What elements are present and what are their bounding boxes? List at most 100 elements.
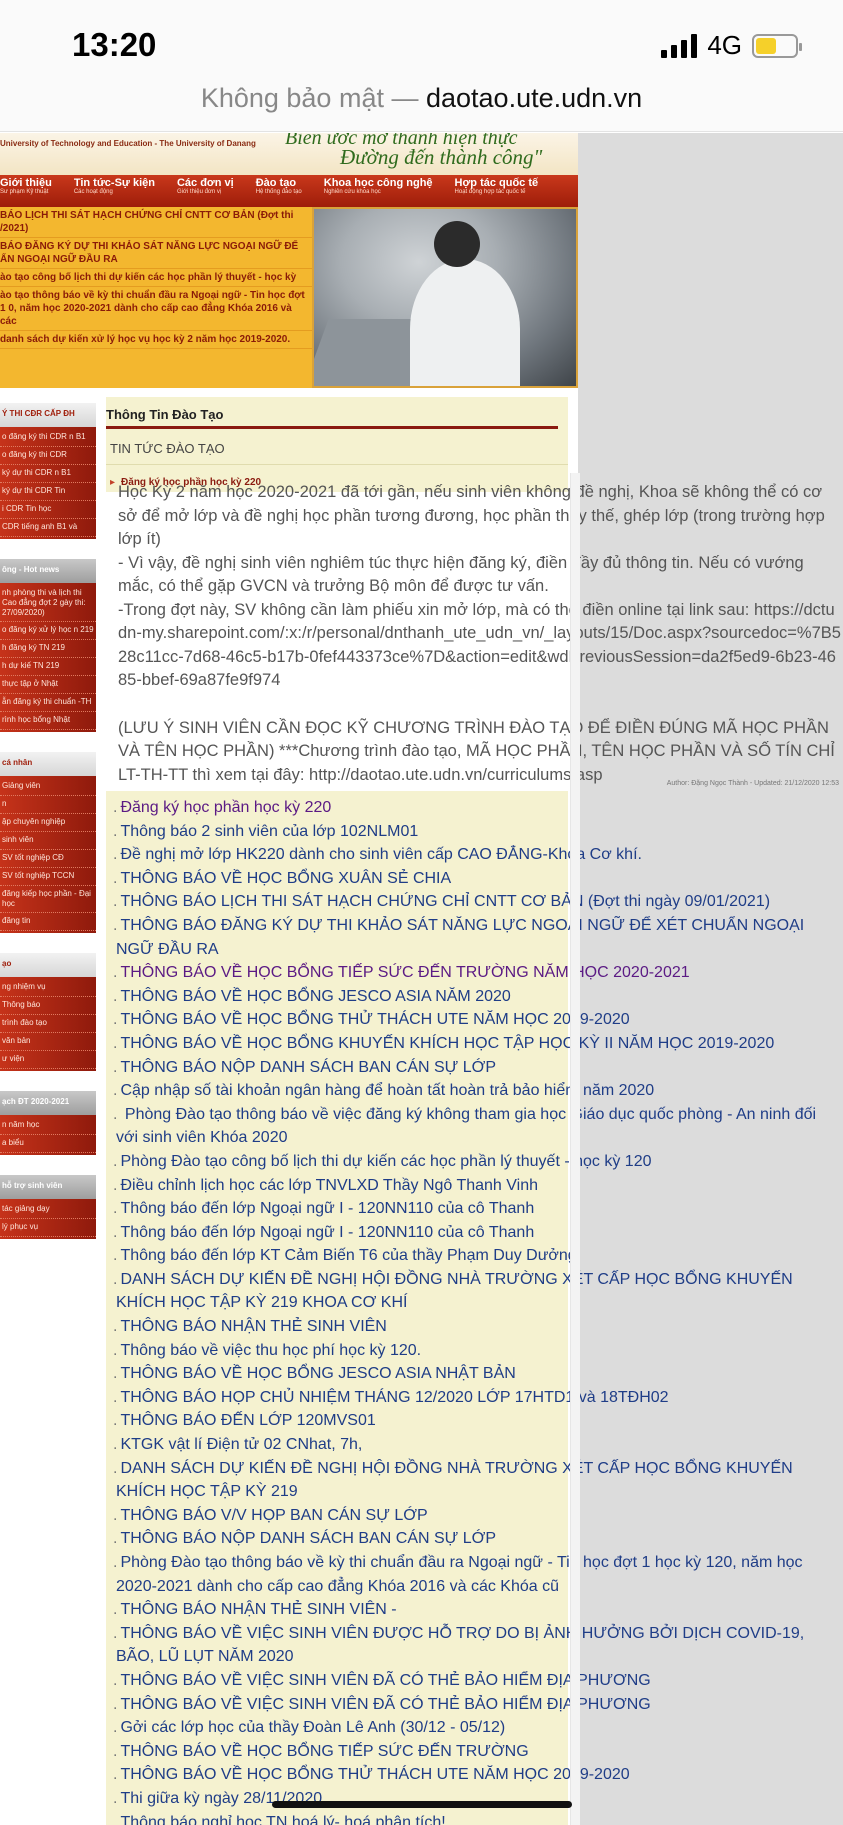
news-list-link[interactable]: THÔNG BÁO VỀ VIỆC SINH VIÊN ĐÃ CÓ THẺ BẢ… <box>106 1693 836 1717</box>
sidebar-link[interactable]: Giảng viên <box>0 778 96 796</box>
news-list-link[interactable]: Thông báo đến lớp Ngoại ngữ I - 120NN110… <box>106 1221 836 1245</box>
news-list-link[interactable]: THÔNG BÁO VỀ HỌC BỔNG JESCO ASIA NHẬT BẢ… <box>106 1362 836 1386</box>
nav-item-hop-tac[interactable]: Hợp tác quốc tế Hoạt động hợp tác quốc tế <box>455 175 549 207</box>
sidebar-link[interactable]: o đăng ký thi CDR n B1 <box>0 429 96 447</box>
nav-label: Giới thiệu <box>0 177 52 189</box>
news-list-link[interactable]: THÔNG BÁO V/V HỌP BAN CÁN SỰ LỚP <box>106 1504 836 1528</box>
news-list-link[interactable]: THÔNG BÁO NỘP DANH SÁCH BAN CÁN SỰ LỚP <box>106 1056 836 1080</box>
news-list-link[interactable]: THÔNG BÁO VỀ HỌC BỔNG KHUYẾN KHÍCH HỌC T… <box>106 1032 836 1056</box>
article-paragraph: -Trong đợt này, SV không cần làm phiếu x… <box>118 600 841 690</box>
news-list-link[interactable]: THÔNG BÁO HỌP CHỦ NHIỆM THÁNG 12/2020 LỚ… <box>106 1386 836 1410</box>
sidebar-link[interactable]: CDR tiếng anh B1 và <box>0 519 96 537</box>
sidebar-box-title: ạo <box>0 953 96 977</box>
sidebar-link[interactable]: nh phòng thi và lịch thi Cao đẳng đợt 2 … <box>0 585 96 622</box>
sidebar-box-title: Ý THI CĐR CẤP ĐH <box>0 403 96 427</box>
banner-news-item[interactable]: ào tạo công bố lịch thi dự kiến các học … <box>0 269 312 287</box>
sidebar-link[interactable]: ư viện <box>0 1051 96 1069</box>
sidebar-box-title: cá nhân <box>0 752 96 776</box>
sidebar-link[interactable]: ng nhiệm vụ <box>0 979 96 997</box>
sidebar-link[interactable]: ký dự thi CDR Tin <box>0 483 96 501</box>
sidebar-link[interactable]: lý phục vụ <box>0 1219 96 1237</box>
status-time: 13:20 <box>72 26 157 63</box>
nav-item-tin-tuc[interactable]: Tin tức-Sự kiện Các hoạt động <box>74 175 165 207</box>
nav-item-dao-tao[interactable]: Đào tạo Hệ thống đào tạo <box>256 175 312 207</box>
news-list-link[interactable]: THÔNG BÁO NHẬN THẺ SINH VIÊN <box>106 1315 836 1339</box>
sidebar-link[interactable]: đăng tin <box>0 913 96 931</box>
banner-news-item[interactable]: danh sách dự kiến xử lý học vụ học kỳ 2 … <box>0 331 312 349</box>
sidebar-link[interactable]: đăng kiếp học phần - Đại học <box>0 886 96 913</box>
news-list-link[interactable]: Thông báo về việc thu học phí học kỳ 120… <box>106 1339 836 1363</box>
sidebar-link[interactable]: h dự kiế TN 219 <box>0 658 96 676</box>
sidebar-box: ạo ng nhiệm vụ Thông báo trình đào tạo văn b… <box>0 953 96 1071</box>
subsection-title: TIN TỨC ĐÀO TẠO <box>106 427 568 465</box>
sidebar-link[interactable]: rình học bổng Nhật <box>0 712 96 730</box>
sidebar-link[interactable]: ập chuyên nghiệp <box>0 814 96 832</box>
news-list-link[interactable]: THÔNG BÁO VỀ HỌC BỔNG TIẾP SỨC ĐẾN TRƯỜN… <box>106 1740 836 1764</box>
url-bar[interactable]: Không bảo mật — daotao.ute.udn.vn <box>0 72 843 132</box>
news-list-link[interactable]: Thông báo nghỉ học TN hoá lý- hoá phân t… <box>106 1811 836 1825</box>
sidebar-link[interactable]: SV tốt nghiệp CĐ <box>0 850 96 868</box>
news-list-link[interactable]: THÔNG BÁO VỀ VIỆC SINH VIÊN ĐÃ CÓ THẺ BẢ… <box>106 1669 836 1693</box>
news-list-link[interactable]: THÔNG BÁO VỀ HỌC BỔNG TIẾP SỨC ĐẾN TRƯỜN… <box>106 961 836 985</box>
site-banner: University of Technology and Education -… <box>0 133 578 388</box>
news-list-link[interactable]: Thông báo đến lớp KT Cảm Biến T6 của thầ… <box>106 1244 836 1268</box>
news-list-link[interactable]: THÔNG BÁO NỘP DANH SÁCH BAN CÁN SỰ LỚP <box>106 1527 836 1551</box>
news-list-link[interactable]: THÔNG BÁO ĐẾN LỚP 120MVS01 <box>106 1409 836 1433</box>
news-list-link[interactable]: DANH SÁCH DỰ KIẾN ĐỀ NGHỊ HỘI ĐỒNG NHÀ T… <box>106 1268 836 1315</box>
news-list-link[interactable]: THÔNG BÁO LỊCH THI SÁT HẠCH CHỨNG CHỈ CN… <box>106 890 836 914</box>
nav-sublabel: Giới thiệu đơn vị <box>176 189 222 195</box>
nav-item-cac-don-vi[interactable]: Các đơn vị Giới thiệu đơn vị <box>177 175 244 207</box>
sidebar-box-title: ạch ĐT 2020-2021 <box>0 1091 96 1115</box>
news-list-link[interactable]: Phòng Đào tạo công bố lịch thi dự kiến c… <box>106 1150 836 1174</box>
nav-sublabel: Hoạt động hợp tác quốc tế <box>454 189 526 195</box>
news-list-link[interactable]: Đăng ký học phần học kỳ 220 <box>106 796 836 820</box>
news-list-link[interactable]: DANH SÁCH DỰ KIẾN ĐỀ NGHỊ HỘI ĐỒNG NHÀ T… <box>106 1457 836 1504</box>
news-list-link[interactable]: Thông báo đến lớp Ngoại ngữ I - 120NN110… <box>106 1197 836 1221</box>
news-list-link[interactable]: THÔNG BÁO VỀ HỌC BỔNG THỬ THÁCH UTE NĂM … <box>106 1008 836 1032</box>
sidebar-box: ạch ĐT 2020-2021 n năm học a biểu <box>0 1091 96 1155</box>
news-list-link[interactable]: THÔNG BÁO NHẬN THẺ SINH VIÊN - <box>106 1598 836 1622</box>
sidebar-link[interactable]: SV tốt nghiệp TCCN <box>0 868 96 886</box>
banner-news-item[interactable]: ào tạo thông báo về kỳ thi chuẩn đầu ra … <box>0 287 312 331</box>
banner-news-list: BÁO LỊCH THI SÁT HẠCH CHỨNG CHỈ CNTT CƠ … <box>0 207 312 388</box>
news-list-link[interactable]: Điều chỉnh lịch học các lớp TNVLXD Thầy … <box>106 1174 836 1198</box>
sidebar-link[interactable]: o đăng ký xử lý học n 219 <box>0 622 96 640</box>
nav-sublabel: Hệ thống đào tạo <box>255 189 302 195</box>
sidebar-link[interactable]: n <box>0 796 96 814</box>
news-list-link[interactable]: Đề nghị mở lớp HK220 dành cho sinh viên … <box>106 843 836 867</box>
sidebar-link[interactable]: trình đào tạo <box>0 1015 96 1033</box>
sidebar-link[interactable]: văn bản <box>0 1033 96 1051</box>
news-list-link[interactable]: THÔNG BÁO VỀ VIỆC SINH VIÊN ĐƯỢC HỖ TRỢ … <box>106 1622 836 1669</box>
sidebar-link[interactable]: a biểu <box>0 1135 96 1153</box>
web-page[interactable]: University of Technology and Education -… <box>0 133 843 1825</box>
sidebar-link[interactable]: tác giảng dạy <box>0 1201 96 1219</box>
sidebar-link[interactable]: i CDR Tin học <box>0 501 96 519</box>
news-list-link[interactable]: Phòng Đào tạo thông báo về việc đăng ký … <box>106 1103 836 1150</box>
sidebar-link[interactable]: h đăng ký TN 219 <box>0 640 96 658</box>
news-list-link[interactable]: THÔNG BÁO VỀ HỌC BỔNG JESCO ASIA NĂM 202… <box>106 985 836 1009</box>
news-list-link[interactable]: THÔNG BÁO VỀ HỌC BỔNG XUÂN SẺ CHIA <box>106 867 836 891</box>
sidebar-link[interactable]: n năm học <box>0 1117 96 1135</box>
sidebar-link[interactable]: Thông báo <box>0 997 96 1015</box>
news-list-link[interactable]: Gởi các lớp học của thầy Đoàn Lê Anh (30… <box>106 1716 836 1740</box>
battery-icon <box>752 33 802 58</box>
nav-item-gioi-thieu[interactable]: Giới thiệu Sư phạm Kỹ thuật <box>0 175 62 207</box>
article-paragraph: Học Kỳ 2 năm học 2020-2021 đã tới gần, n… <box>118 483 825 548</box>
news-list-link[interactable]: Thông báo 2 sinh viên của lớp 102NLM01 <box>106 820 836 844</box>
news-list-link[interactable]: THÔNG BÁO ĐĂNG KÝ DỰ THI KHẢO SÁT NĂNG L… <box>106 914 836 961</box>
sidebar-link[interactable]: ẫn đăng ký thi chuẩn -TH <box>0 694 96 712</box>
nav-label: Các đơn vị <box>176 177 234 189</box>
sidebar-link[interactable]: o đăng ký thi CDR <box>0 447 96 465</box>
sidebar-link[interactable]: thực tập ở Nhật <box>0 676 96 694</box>
banner-news-item[interactable]: BÁO ĐĂNG KÝ DỰ THI KHẢO SÁT NĂNG LỰC NGO… <box>0 238 312 269</box>
url-domain: daotao.ute.udn.vn <box>425 83 643 113</box>
news-list-link[interactable]: Cập nhập số tài khoản ngân hàng để hoàn … <box>106 1079 836 1103</box>
news-list-link[interactable]: THÔNG BÁO VỀ HỌC BỔNG THỬ THÁCH UTE NĂM … <box>106 1763 836 1787</box>
sidebar-link[interactable]: ký dự thi CDR n B1 <box>0 465 96 483</box>
nav-item-khcn[interactable]: Khoa học công nghệ Nghiên cứu khoa học <box>324 175 443 207</box>
banner-news-item[interactable]: BÁO LỊCH THI SÁT HẠCH CHỨNG CHỈ CNTT CƠ … <box>0 207 312 238</box>
sidebar-link[interactable]: sinh viên <box>0 832 96 850</box>
home-indicator[interactable] <box>272 1801 572 1808</box>
news-list-link[interactable]: KTGK vật lí Điện tử 02 CNhat, 7h, <box>106 1433 836 1457</box>
news-list-link[interactable]: Phòng Đào tạo thông báo về kỳ thi chuẩn … <box>106 1551 836 1598</box>
